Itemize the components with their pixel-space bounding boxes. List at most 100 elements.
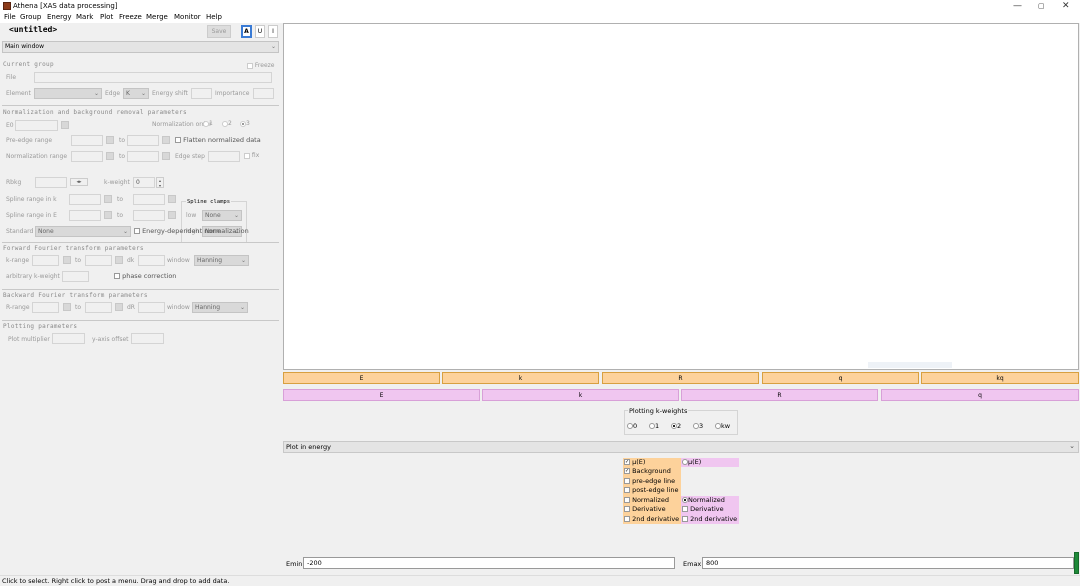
pre-edge-start-pluck[interactable] [106, 136, 114, 144]
norm-range-end-pluck[interactable] [162, 152, 170, 160]
kweight-kw-radio[interactable]: kw [715, 422, 730, 430]
dr-field[interactable] [138, 302, 165, 313]
derivative-checkbox[interactable]: Derivative [624, 505, 666, 514]
rbkg-arrows[interactable]: ◂▸ [70, 178, 88, 186]
close-button[interactable]: ✕ [1062, 1, 1070, 11]
pre-edge-end-pluck[interactable] [162, 136, 170, 144]
rrange-end-field[interactable] [85, 302, 112, 313]
spline-k-start-pluck[interactable] [104, 195, 112, 203]
kweight-spin-arrows[interactable]: ▴ ▾ [156, 177, 164, 188]
maximize-button[interactable]: ▢ [1038, 2, 1045, 10]
krange-start-pluck[interactable] [63, 256, 71, 264]
menu-freeze[interactable]: Freeze [119, 13, 142, 21]
plot-r-button[interactable]: R [602, 372, 759, 384]
background-checkbox[interactable]: ✓ Background [624, 467, 671, 476]
kweight-3-radio[interactable]: 3 [693, 422, 703, 430]
phase-correction-checkbox[interactable]: phase correction [114, 272, 176, 280]
spline-k-end-pluck[interactable] [168, 195, 176, 203]
krange-start-field[interactable] [32, 255, 59, 266]
norm-order-2-radio[interactable]: 2 [222, 120, 232, 127]
unmark-all-button[interactable]: U [255, 25, 265, 38]
dk-field[interactable] [138, 255, 165, 266]
plot-multiplier-field[interactable] [52, 333, 85, 344]
spline-e-start-field[interactable] [69, 210, 101, 221]
emin-field[interactable]: -200 [303, 557, 675, 569]
menu-energy[interactable]: Energy [47, 13, 72, 21]
spline-e-start-pluck[interactable] [104, 211, 112, 219]
norm-order-3-radio[interactable]: 3 [240, 120, 250, 127]
importance-field[interactable] [253, 88, 274, 99]
backward-window-select[interactable]: Hanning ⌄ [192, 302, 248, 313]
kweight-spinner[interactable]: 0 [133, 177, 155, 188]
standard-label: Standard [6, 228, 34, 235]
menu-file[interactable]: File [4, 13, 16, 21]
menu-plot[interactable]: Plot [100, 13, 113, 21]
norm-range-start-field[interactable] [71, 151, 103, 162]
second-derivative-checkbox[interactable]: 2nd derivative [624, 515, 679, 524]
mark-all-button[interactable]: A [241, 25, 252, 38]
main-window-selector[interactable]: Main window ⌄ [2, 41, 279, 53]
mu-checkbox[interactable]: ✓ μ(E) [624, 458, 645, 467]
krange-end-field[interactable] [85, 255, 112, 266]
pre-edge-line-checkbox[interactable]: pre-edge line [624, 477, 675, 486]
forward-window-select[interactable]: Hanning ⌄ [194, 255, 249, 266]
marked-normalized-radio[interactable]: Normalized [682, 496, 725, 505]
plot-q-button[interactable]: q [762, 372, 919, 384]
e0-field[interactable] [15, 120, 58, 131]
post-edge-line-checkbox[interactable]: post-edge line [624, 486, 679, 495]
standard-select[interactable]: None ⌄ [35, 226, 131, 237]
flatten-checkbox[interactable]: Flatten normalized data [175, 136, 261, 144]
file-field[interactable] [34, 72, 272, 83]
kweight-2-radio[interactable]: 2 [671, 422, 681, 430]
kweight-0-radio[interactable]: 0 [627, 422, 637, 430]
plot-marked-k-button[interactable]: k [482, 389, 679, 401]
marked-mu-radio[interactable]: μ(E) [682, 458, 701, 467]
pre-edge-end-field[interactable] [127, 135, 159, 146]
y-offset-field[interactable] [131, 333, 164, 344]
minimize-button[interactable]: — [1013, 1, 1022, 11]
rbkg-field[interactable] [35, 177, 67, 188]
edge-step-field[interactable] [208, 151, 240, 162]
rrange-start-pluck[interactable] [63, 303, 71, 311]
rrange-start-field[interactable] [32, 302, 59, 313]
emax-field[interactable]: 800 [702, 557, 1074, 569]
plot-e-button[interactable]: E [283, 372, 440, 384]
element-select[interactable]: ⌄ [34, 88, 102, 99]
menu-monitor[interactable]: Monitor [174, 13, 201, 21]
marked-second-derivative-checkbox[interactable]: 2nd derivative [682, 515, 737, 524]
plot-marked-q-button[interactable]: q [881, 389, 1079, 401]
energy-dep-norm-checkbox[interactable]: Energy-dependent normalization [134, 227, 249, 235]
plot-mode-selector[interactable]: Plot in energy ⌄ [283, 441, 1079, 453]
pre-edge-start-field[interactable] [71, 135, 103, 146]
spline-k-end-field[interactable] [133, 194, 165, 205]
kweight-1-radio[interactable]: 1 [649, 422, 659, 430]
plot-canvas[interactable] [283, 23, 1079, 370]
rrange-end-pluck[interactable] [115, 303, 123, 311]
e0-pluck-button[interactable] [61, 121, 69, 129]
invert-marks-button[interactable]: I [268, 25, 278, 38]
plot-k-button[interactable]: k [442, 372, 599, 384]
menu-mark[interactable]: Mark [76, 13, 93, 21]
spline-k-start-field[interactable] [69, 194, 101, 205]
menu-group[interactable]: Group [20, 13, 41, 21]
normalized-checkbox[interactable]: Normalized [624, 496, 669, 505]
norm-range-start-pluck[interactable] [106, 152, 114, 160]
plot-marked-r-button[interactable]: R [681, 389, 878, 401]
plot-marked-e-button[interactable]: E [283, 389, 480, 401]
marked-derivative-checkbox[interactable]: Derivative [682, 505, 724, 514]
energy-shift-field[interactable] [191, 88, 212, 99]
save-button[interactable]: Save [207, 25, 231, 38]
norm-order-1-radio[interactable]: 1 [203, 120, 213, 127]
clamp-low-select[interactable]: None ⌄ [202, 210, 242, 221]
menu-merge[interactable]: Merge [146, 13, 168, 21]
freeze-checkbox[interactable]: Freeze [247, 62, 275, 69]
krange-end-pluck[interactable] [115, 256, 123, 264]
spline-e-end-pluck[interactable] [168, 211, 176, 219]
arb-kweight-field[interactable] [62, 271, 89, 282]
fix-checkbox[interactable]: fix [244, 152, 259, 159]
menu-help[interactable]: Help [206, 13, 222, 21]
edge-select[interactable]: K ⌄ [123, 88, 149, 99]
plot-kq-button[interactable]: kq [921, 372, 1079, 384]
spline-e-end-field[interactable] [133, 210, 165, 221]
norm-range-end-field[interactable] [127, 151, 159, 162]
